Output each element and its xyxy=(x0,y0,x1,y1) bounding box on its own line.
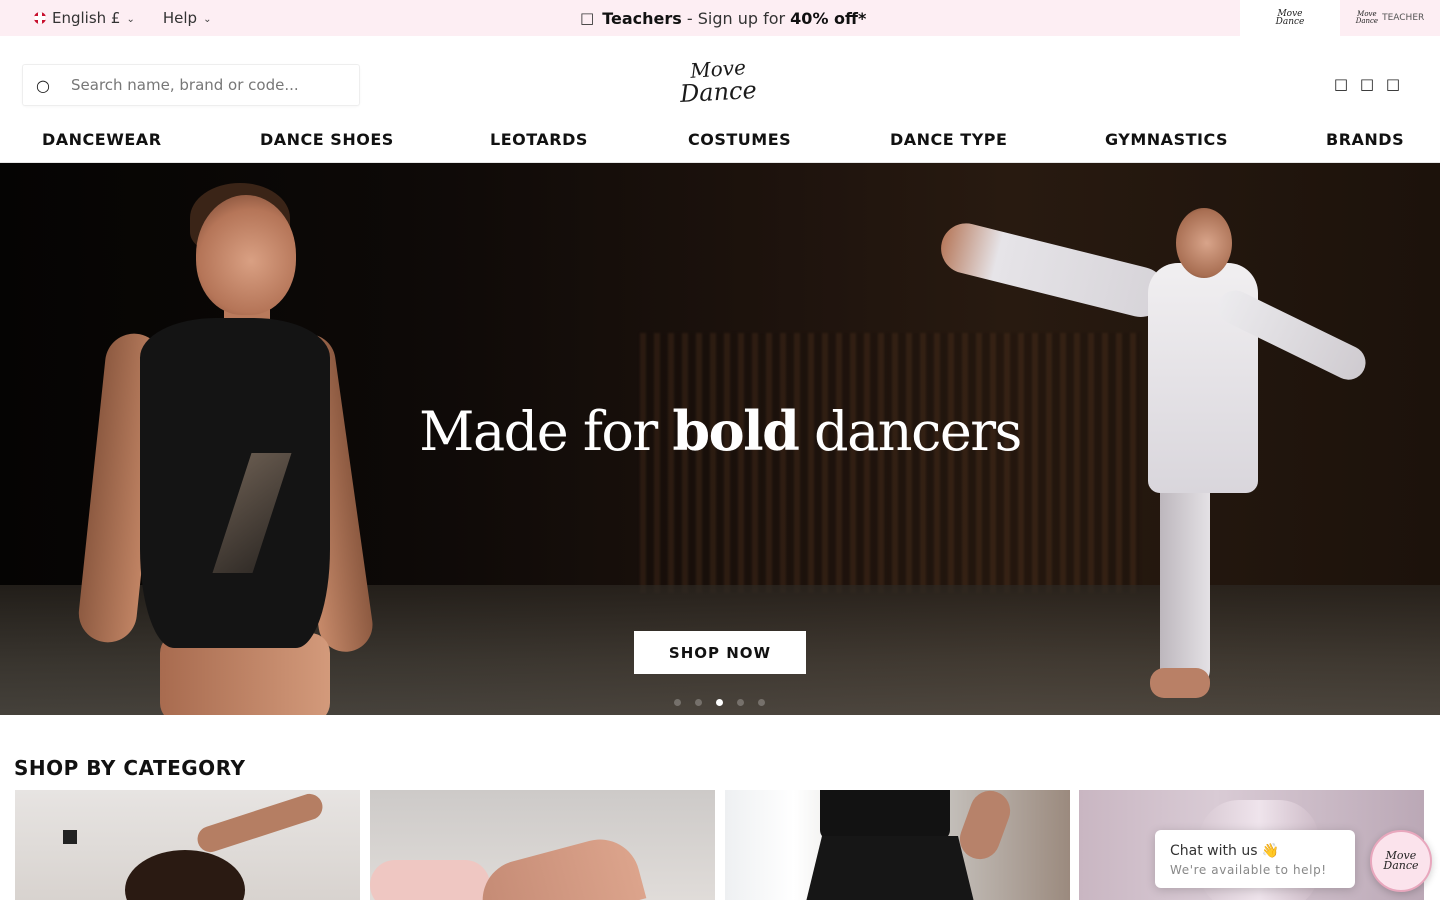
gift-icon: □ xyxy=(580,9,595,27)
shop-now-button[interactable]: SHOP NOW xyxy=(634,631,806,674)
logo-line-2: Dance xyxy=(679,75,758,108)
chat-popup[interactable]: Chat with us 👋 We're available to help! xyxy=(1155,830,1355,888)
help-label: Help xyxy=(162,9,198,27)
header-actions: □ □ □ xyxy=(1334,74,1400,94)
category-tile-3[interactable] xyxy=(725,790,1070,900)
hero-banner[interactable]: Made for bold dancers SHOP NOW xyxy=(0,163,1440,715)
carousel-dot[interactable] xyxy=(674,699,681,706)
language-selector[interactable]: English £ ⌄ xyxy=(34,9,135,27)
chat-launcher-button[interactable]: Move Dance xyxy=(1370,830,1432,892)
user-icon[interactable]: □ xyxy=(1334,74,1348,94)
search-input[interactable] xyxy=(69,75,353,95)
hero-title: Made for bold dancers xyxy=(419,399,1022,463)
nav-brands[interactable]: BRANDS xyxy=(1326,130,1404,149)
carousel-dot[interactable] xyxy=(758,699,765,706)
top-bar: English £ ⌄ Help ⌄ □ Teachers - Sign up … xyxy=(0,0,1440,36)
chevron-down-icon: ⌄ xyxy=(126,13,135,25)
chevron-down-icon: ⌄ xyxy=(203,13,212,25)
teacher-site-link[interactable]: Move Dance TEACHER xyxy=(1340,0,1440,36)
hero-curtain xyxy=(640,333,1140,593)
chat-subtitle: We're available to help! xyxy=(1170,863,1327,877)
carousel-dot[interactable] xyxy=(695,699,702,706)
nav-dancewear[interactable]: DANCEWEAR xyxy=(42,130,162,149)
uk-flag-icon xyxy=(34,12,46,24)
heart-icon[interactable]: □ xyxy=(1360,74,1374,94)
nav-leotards[interactable]: LEOTARDS xyxy=(490,130,588,149)
chat-title: Chat with us 👋 xyxy=(1170,843,1280,859)
bag-icon[interactable]: □ xyxy=(1386,74,1400,94)
search-icon[interactable]: ○ xyxy=(23,76,63,95)
move-dance-mini-logo: Move Dance xyxy=(1355,10,1379,25)
promo-text: Teachers - Sign up for 40% off* xyxy=(602,8,867,28)
nav-costumes[interactable]: COSTUMES xyxy=(688,130,791,149)
main-navigation: DANCEWEAR DANCE SHOES LEOTARDS COSTUMES … xyxy=(0,122,1440,163)
shop-by-category-heading: SHOP BY CATEGORY xyxy=(14,756,246,780)
teacher-label: TEACHER xyxy=(1382,13,1425,23)
language-label: English £ xyxy=(52,9,121,27)
site-logo[interactable]: Move Dance xyxy=(679,55,758,112)
move-dance-site-link[interactable]: Move Dance xyxy=(1240,0,1340,36)
category-tile-1[interactable] xyxy=(15,790,360,900)
carousel-dot[interactable] xyxy=(737,699,744,706)
nav-gymnastics[interactable]: GYMNASTICS xyxy=(1105,130,1228,149)
carousel-dots xyxy=(674,699,765,706)
teacher-promo-banner[interactable]: □ Teachers - Sign up for 40% off* xyxy=(580,0,866,36)
move-dance-mini-logo: Move Dance xyxy=(1275,9,1305,27)
move-dance-mini-logo: Move Dance xyxy=(1383,849,1419,872)
category-tile-2[interactable] xyxy=(370,790,715,900)
help-menu[interactable]: Help ⌄ xyxy=(163,9,212,27)
carousel-dot-active[interactable] xyxy=(716,699,723,706)
nav-dance-type[interactable]: DANCE TYPE xyxy=(890,130,1007,149)
search-box[interactable]: ○ xyxy=(22,64,360,106)
top-bar-left: English £ ⌄ Help ⌄ xyxy=(34,0,211,36)
nav-dance-shoes[interactable]: DANCE SHOES xyxy=(260,130,394,149)
